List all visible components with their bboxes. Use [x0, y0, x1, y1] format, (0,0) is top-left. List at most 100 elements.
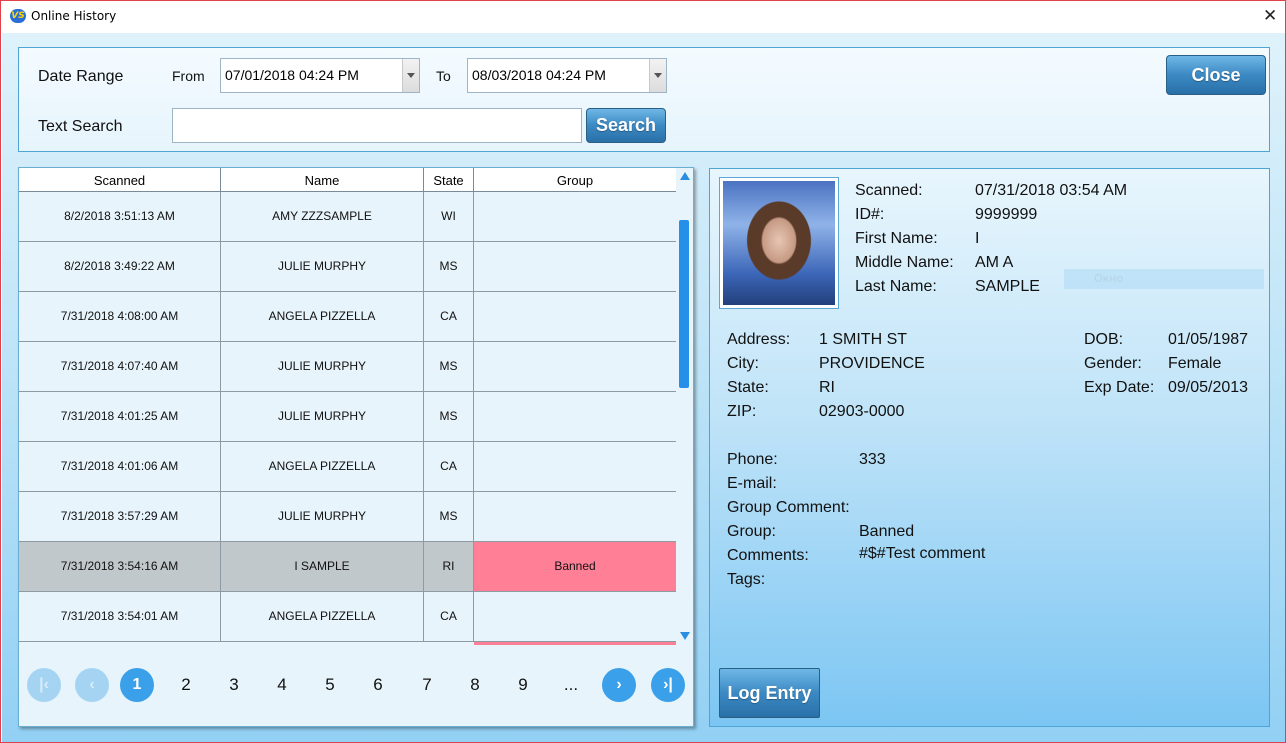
cell-state[interactable]: CA: [424, 592, 474, 641]
grid-header: Scanned Name State Group: [19, 168, 676, 192]
cell-group[interactable]: [474, 442, 676, 491]
group-label: Group:: [727, 523, 776, 540]
cell-group[interactable]: [474, 242, 676, 291]
page-link[interactable]: 9: [508, 675, 538, 695]
cell-group[interactable]: [474, 342, 676, 391]
cell-name[interactable]: I SAMPLE: [221, 542, 424, 591]
next-row-group-cell: [474, 642, 676, 645]
page-link[interactable]: 3: [219, 675, 249, 695]
scroll-thumb[interactable]: [679, 220, 689, 388]
from-date-picker[interactable]: 07/01/2018 04:24 PM: [220, 58, 420, 93]
table-row[interactable]: 8/2/2018 3:49:22 AM JULIE MURPHY MS: [19, 242, 676, 292]
table-row[interactable]: 7/31/2018 4:08:00 AM ANGELA PIZZELLA CA: [19, 292, 676, 342]
column-header-state[interactable]: State: [424, 168, 474, 192]
to-date-value: 08/03/2018 04:24 PM: [472, 67, 606, 83]
cell-state[interactable]: MS: [424, 242, 474, 291]
page-link[interactable]: 5: [315, 675, 345, 695]
to-dropdown-icon[interactable]: [649, 59, 666, 92]
page-link[interactable]: 7: [412, 675, 442, 695]
text-search-input[interactable]: [172, 108, 582, 143]
cell-state[interactable]: MS: [424, 392, 474, 441]
first-name-value: I: [975, 230, 980, 247]
cell-name[interactable]: ANGELA PIZZELLA: [221, 442, 424, 491]
client-area: Date Range From 07/01/2018 04:24 PM To 0…: [2, 33, 1285, 742]
cell-group[interactable]: [474, 392, 676, 441]
cell-scanned[interactable]: 7/31/2018 3:57:29 AM: [19, 492, 221, 541]
detail-panel: Окно Scanned: 07/31/2018 03:54 AM ID#: 9…: [709, 168, 1270, 727]
prev-page-icon[interactable]: ‹: [75, 668, 109, 702]
page-link[interactable]: 4: [267, 675, 297, 695]
scroll-down-icon[interactable]: [680, 632, 690, 640]
log-entry-button[interactable]: Log Entry: [719, 668, 820, 718]
table-row[interactable]: 7/31/2018 4:01:25 AM JULIE MURPHY MS: [19, 392, 676, 442]
dob-value: 01/05/1987: [1168, 331, 1249, 348]
online-history-window: VS Online History ✕ Date Range From 07/0…: [0, 0, 1286, 743]
column-header-name[interactable]: Name: [221, 168, 424, 192]
cell-group[interactable]: [474, 592, 676, 641]
table-row[interactable]: 7/31/2018 4:01:06 AM ANGELA PIZZELLA CA: [19, 442, 676, 492]
close-button[interactable]: Close: [1166, 55, 1266, 95]
cell-group[interactable]: Banned: [474, 542, 676, 591]
cell-state[interactable]: CA: [424, 292, 474, 341]
cell-state[interactable]: MS: [424, 342, 474, 391]
table-row[interactable]: 7/31/2018 3:57:29 AM JULIE MURPHY MS: [19, 492, 676, 542]
from-label: From: [172, 68, 205, 84]
first-page-icon[interactable]: |‹: [27, 668, 61, 702]
pagination: |‹ ‹ 1 2 3 4 5 6 7 8 9... › ›|: [19, 668, 693, 704]
text-search-label: Text Search: [38, 118, 123, 135]
exp-date-value: 09/05/2013: [1168, 379, 1249, 396]
id-value: 9999999: [975, 206, 1038, 223]
scroll-up-icon[interactable]: [680, 172, 690, 180]
history-grid: Scanned Name State Group 8/2/2018 3:51:1…: [18, 167, 694, 727]
cell-name[interactable]: AMY ZZZSAMPLE: [221, 192, 424, 241]
search-button[interactable]: Search: [586, 108, 666, 143]
table-row[interactable]: 7/31/2018 3:54:01 AM ANGELA PIZZELLA CA: [19, 592, 676, 642]
zip-value: 02903-0000: [819, 403, 905, 420]
cell-scanned[interactable]: 8/2/2018 3:51:13 AM: [19, 192, 221, 241]
cell-scanned[interactable]: 7/31/2018 3:54:16 AM: [19, 542, 221, 591]
page-current[interactable]: 1: [120, 668, 154, 702]
cell-scanned[interactable]: 7/31/2018 4:08:00 AM: [19, 292, 221, 341]
cell-state[interactable]: MS: [424, 492, 474, 541]
page-ellipsis[interactable]: ...: [556, 675, 586, 695]
column-header-group[interactable]: Group: [474, 168, 676, 192]
table-row[interactable]: 7/31/2018 3:54:16 AM I SAMPLE RI Banned: [19, 542, 676, 592]
cell-scanned[interactable]: 8/2/2018 3:49:22 AM: [19, 242, 221, 291]
address-label: Address:: [727, 331, 791, 348]
page-link[interactable]: 8: [460, 675, 490, 695]
cell-name[interactable]: JULIE MURPHY: [221, 342, 424, 391]
zip-label: ZIP:: [727, 403, 757, 420]
cell-state[interactable]: WI: [424, 192, 474, 241]
id-label: ID#:: [855, 206, 885, 223]
window-close-icon[interactable]: ✕: [1263, 6, 1277, 26]
grid-scrollbar[interactable]: [677, 168, 693, 642]
cell-group[interactable]: [474, 192, 676, 241]
page-link[interactable]: 6: [363, 675, 393, 695]
table-row[interactable]: 8/2/2018 3:51:13 AM AMY ZZZSAMPLE WI: [19, 192, 676, 242]
cell-state[interactable]: CA: [424, 442, 474, 491]
cell-group[interactable]: [474, 292, 676, 341]
cell-scanned[interactable]: 7/31/2018 4:01:25 AM: [19, 392, 221, 441]
cell-name[interactable]: JULIE MURPHY: [221, 492, 424, 541]
cell-state[interactable]: RI: [424, 542, 474, 591]
cell-group[interactable]: [474, 492, 676, 541]
cell-scanned[interactable]: 7/31/2018 4:07:40 AM: [19, 342, 221, 391]
cell-name[interactable]: ANGELA PIZZELLA: [221, 292, 424, 341]
cell-name[interactable]: JULIE MURPHY: [221, 242, 424, 291]
from-dropdown-icon[interactable]: [402, 59, 419, 92]
cell-name[interactable]: JULIE MURPHY: [221, 392, 424, 441]
to-date-picker[interactable]: 08/03/2018 04:24 PM: [467, 58, 667, 93]
state-value: RI: [819, 379, 835, 396]
from-date-value: 07/01/2018 04:24 PM: [225, 67, 359, 83]
cell-name[interactable]: ANGELA PIZZELLA: [221, 592, 424, 641]
scanned-label: Scanned:: [855, 182, 923, 199]
phone-value: 333: [859, 451, 886, 468]
next-page-icon[interactable]: ›: [602, 668, 636, 702]
page-link[interactable]: 2: [171, 675, 201, 695]
cell-scanned[interactable]: 7/31/2018 4:01:06 AM: [19, 442, 221, 491]
group-comment-label: Group Comment:: [727, 499, 850, 516]
cell-scanned[interactable]: 7/31/2018 3:54:01 AM: [19, 592, 221, 641]
last-page-icon[interactable]: ›|: [651, 668, 685, 702]
column-header-scanned[interactable]: Scanned: [19, 168, 221, 192]
table-row[interactable]: 7/31/2018 4:07:40 AM JULIE MURPHY MS: [19, 342, 676, 392]
